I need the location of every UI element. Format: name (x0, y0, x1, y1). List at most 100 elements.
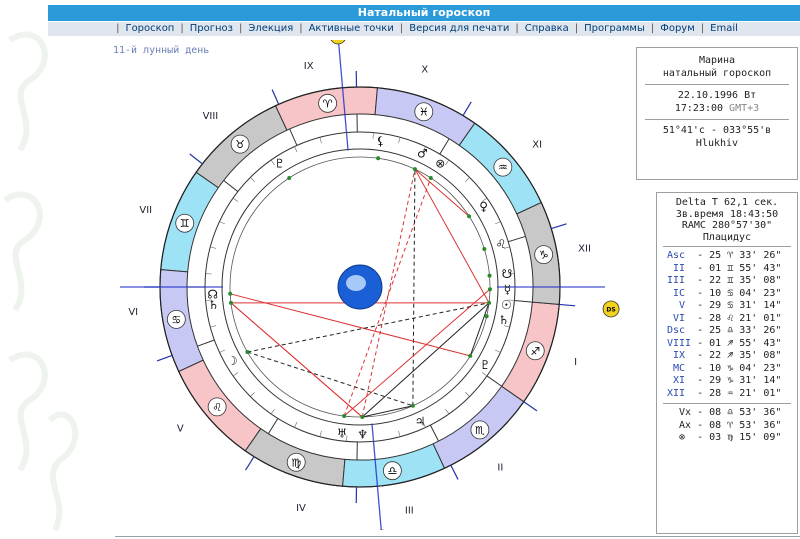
cusp-row: XII - 28 ♒ 21' 01" (657, 388, 797, 401)
cusp-value: - 29 ♑ 31' 14" (691, 375, 782, 386)
cusp-value: - 28 ♌ 21' 01" (691, 312, 782, 324)
planet-dot (487, 287, 492, 292)
lot-label: ⊗ (679, 432, 692, 443)
house-cusp-tick (559, 303, 576, 307)
nav-separator: | (700, 23, 705, 34)
nav-separator: | (399, 23, 404, 34)
nav-item-6[interactable]: Программы (584, 23, 645, 34)
nav-item-0[interactable]: Гороскоп (125, 23, 174, 34)
house-cusp-line (486, 375, 503, 387)
planet-dot (287, 175, 292, 180)
cancer-icon: ♋ (171, 313, 181, 326)
nav-item-4[interactable]: Версия для печати (409, 23, 509, 34)
cusp-label: III (667, 275, 692, 286)
lot-row: ⊗ - 03 ♍ 15' 09" (657, 432, 797, 445)
lot-value: - 08 ♈ 53' 36" (691, 419, 782, 431)
cusp-row: IX - 22 ♐ 35' 08" (657, 350, 797, 363)
planet-dot (228, 291, 233, 296)
mercury-icon: ☿ (504, 283, 511, 297)
house-cusps-panel: Delta T 62,1 сек. Зв.время 18:43:50 RAMC… (656, 192, 798, 534)
fortune-icon: ⊗ (435, 156, 445, 170)
nav-separator: | (299, 23, 303, 34)
planet-dot (468, 353, 473, 358)
planet-dot (482, 246, 487, 251)
page-title: Натальный гороскоп (48, 5, 800, 21)
cusp-label: IC (667, 287, 692, 299)
birth-date: 22.10.1996 Вт (677, 90, 757, 101)
cusp-row: XI - 29 ♑ 31' 14" (657, 375, 797, 388)
sun-icon: ☉ (501, 298, 512, 312)
house-cusp-tick (551, 223, 567, 230)
cusp-value: - 22 ♐ 35' 08" (691, 350, 782, 361)
lilith-icon: ⚸ (376, 134, 385, 148)
nav-item-8[interactable]: Email (710, 23, 738, 34)
house-cusp-tick (156, 354, 173, 362)
leo-glyph-icon: ♌ (496, 237, 507, 251)
cusp-label: Asc (667, 250, 692, 261)
cusp-value: - 25 ♎ 33' 26" (691, 325, 782, 336)
planet-dot (487, 273, 492, 278)
house-label: VIII (203, 111, 219, 122)
planet-dot (410, 403, 415, 408)
jupiter-icon: ♃ (415, 415, 426, 429)
cusp-label: VIII (667, 337, 692, 349)
cusp-row: Asc - 25 ♈ 33' 26" (657, 250, 797, 263)
house-label: X (421, 64, 428, 75)
house-cusp-line (429, 424, 439, 442)
cusp-value: - 22 ♊ 35' 08" (691, 275, 782, 286)
house-label: III (405, 506, 414, 517)
cusp-value: - 29 ♋ 31' 14" (691, 300, 782, 311)
house-label: IX (304, 61, 314, 72)
natal-chart-wheel: ♈♉♊♋♌♍♎♏♐♑♒♓IIIIIIIVVVIVIIVIIIIXXXIXIIAS… (120, 40, 620, 530)
nav-item-1[interactable]: Прогноз (190, 23, 233, 34)
taurus-icon: ♉ (235, 138, 245, 151)
virgo-icon: ♍ (291, 456, 301, 469)
north-node-icon: ☊ (207, 288, 218, 302)
house-system: Плацидус (702, 231, 752, 243)
lots-list: Vx - 08 ♎ 53' 36" Ax - 08 ♈ 53' 36" ⊗ - 03… (657, 407, 797, 445)
axis-marker-ic (330, 40, 346, 45)
nav-separator: | (574, 23, 579, 34)
birth-time: 17:23:00 GMT+3 (637, 102, 797, 115)
mars-icon: ♂ (417, 146, 428, 160)
house-cusp-tick (450, 464, 459, 480)
cusp-row: VI - 28 ♌ 21' 01" (657, 313, 797, 326)
nav-item-7[interactable]: Форум (660, 23, 695, 34)
house-cusp-tick (523, 401, 538, 412)
coordinates: 51°41'с - 033°55'в (662, 125, 772, 136)
cusp-label: IX (667, 350, 692, 361)
venus-icon: ♀ (479, 200, 488, 214)
nav-separator: | (116, 23, 120, 34)
nav-item-2[interactable]: Элекция (248, 23, 293, 34)
nav-item-5[interactable]: Справка (525, 23, 569, 34)
planet-dot (487, 300, 492, 305)
house-label: VI (128, 307, 138, 318)
city: Hlukhiv (695, 138, 739, 149)
planet-dot (360, 414, 365, 419)
moon-icon: ☽ (227, 354, 238, 368)
cusp-label: MC (667, 362, 692, 374)
house-cusp-tick (189, 153, 203, 165)
globe-highlight (346, 275, 366, 291)
nav-item-3[interactable]: Активные точки (309, 23, 394, 34)
nav-separator: | (515, 23, 519, 34)
lot-label: Vx (679, 407, 692, 418)
cusp-label: Dsc (667, 325, 692, 336)
ramc: RAMC 280°57'30" (681, 220, 773, 231)
south-node-icon: ☋ (502, 267, 513, 281)
sagittarius-icon: ♐ (530, 345, 540, 358)
person-name: Марина (698, 55, 736, 66)
cusp-value: - 10 ♋ 04' 23" (691, 287, 782, 299)
cusp-label: II (667, 262, 692, 274)
pluto-icon: ♇ (480, 358, 491, 372)
cusp-label: XI (667, 375, 692, 386)
planet-dot (342, 414, 347, 419)
house-label: V (177, 423, 184, 434)
planet-dot (428, 175, 433, 180)
nav-separator: | (238, 23, 243, 34)
nav-separator: | (650, 23, 655, 34)
neptune-icon: ♆ (357, 427, 368, 441)
scorpio-icon: ♏ (475, 424, 485, 437)
uranus-icon: ♅ (337, 426, 348, 440)
house-cusp-tick (245, 456, 255, 471)
